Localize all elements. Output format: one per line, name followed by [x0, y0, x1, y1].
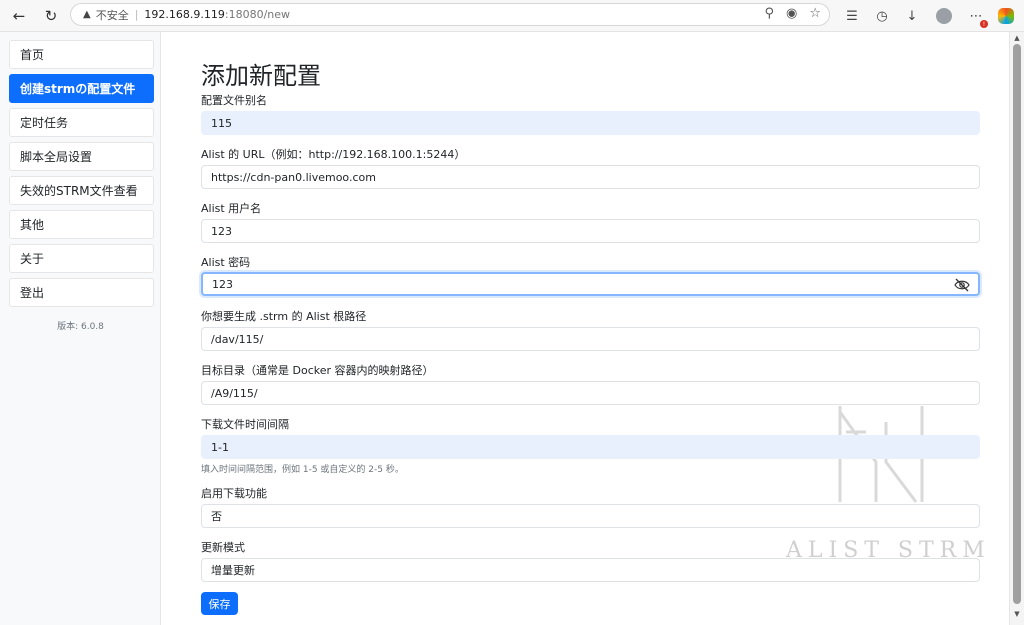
- page-title: 添加新配置: [201, 62, 321, 90]
- alist-username-label: Alist 用户名: [201, 202, 262, 215]
- alist-url-label: Alist 的 URL（例如：http://192.168.100.1:5244…: [201, 148, 466, 161]
- browser-toolbar: ← ↻ ▲ 不安全 | 192.168.9.119:18080/new ⚲ ◉ …: [0, 0, 1024, 32]
- alist-url-input[interactable]: https://cdn-pan0.livemoo.com: [201, 165, 980, 189]
- root-path-label: 你想要生成 .strm 的 Alist 根路径: [201, 310, 367, 323]
- sidebar-item-create-strm-config[interactable]: 创建strmの配置文件: [9, 74, 154, 103]
- target-directory-label: 目标目录（通常是 Docker 容器内的映射路径）: [201, 364, 434, 377]
- reload-icon[interactable]: ↻: [40, 5, 62, 27]
- sidebar-item-logout[interactable]: 登出: [9, 278, 154, 307]
- address-separator: |: [134, 8, 139, 21]
- alist-password-value: 123: [212, 277, 233, 291]
- version-label: 版本: 6.0.8: [57, 322, 104, 332]
- download-interval-help: 填入时间间隔范围，例如 1-5 或自定义的 2-5 秒。: [201, 465, 404, 475]
- update-mode-select[interactable]: 增量更新: [201, 558, 980, 582]
- address-bar[interactable]: ▲ 不安全 | 192.168.9.119:18080/new ⚲ ◉ ☆: [70, 3, 830, 26]
- sidebar-item-about[interactable]: 关于: [9, 244, 154, 273]
- notification-badge-icon: !: [980, 20, 988, 28]
- favorite-star-icon[interactable]: ☆: [809, 6, 821, 21]
- scroll-down-icon[interactable]: ▼: [1013, 610, 1021, 618]
- download-interval-label: 下载文件时间间隔: [201, 418, 289, 431]
- sidebar-item-global-settings[interactable]: 脚本全局设置: [9, 142, 154, 171]
- download-interval-input[interactable]: 1-1: [201, 435, 980, 459]
- copilot-icon[interactable]: [996, 6, 1016, 26]
- alist-username-input[interactable]: 123: [201, 219, 980, 243]
- enable-download-select[interactable]: 否: [201, 504, 980, 528]
- url-path: :18080/new: [224, 8, 291, 21]
- more-options-icon[interactable]: ⋯!: [966, 6, 988, 28]
- alias-input[interactable]: 115: [201, 111, 980, 135]
- back-arrow-icon[interactable]: ←: [8, 5, 30, 27]
- target-directory-input[interactable]: /A9/115/: [201, 381, 980, 405]
- security-label: 不安全: [95, 8, 129, 22]
- url-host: 192.168.9.119: [144, 8, 225, 21]
- history-icon[interactable]: ◷: [872, 6, 892, 26]
- profile-avatar[interactable]: [934, 6, 954, 26]
- page-scrollbar[interactable]: ▲ ▼: [1009, 32, 1024, 625]
- toggle-password-visibility-icon[interactable]: [954, 277, 970, 293]
- update-mode-label: 更新模式: [201, 541, 245, 554]
- sidebar-item-other[interactable]: 其他: [9, 210, 154, 239]
- sidebar-item-home[interactable]: 首页: [9, 40, 154, 69]
- reading-mode-icon[interactable]: ◉: [786, 6, 797, 21]
- favorites-icon[interactable]: ☰: [842, 6, 862, 26]
- alist-password-input[interactable]: 123: [201, 272, 980, 296]
- alist-password-label: Alist 密码: [201, 256, 251, 269]
- warning-icon: ▲: [83, 9, 91, 20]
- save-button[interactable]: 保存: [201, 592, 238, 615]
- alias-label: 配置文件别名: [201, 94, 267, 107]
- download-icon[interactable]: ↓: [902, 6, 922, 26]
- sidebar: 首页 创建strmの配置文件 定时任务 脚本全局设置 失效的STRM文件查看 其…: [0, 32, 161, 625]
- root-path-input[interactable]: /dav/115/: [201, 327, 980, 351]
- sidebar-item-invalid-strm-files[interactable]: 失效的STRM文件查看: [9, 176, 154, 205]
- scroll-up-icon[interactable]: ▲: [1013, 34, 1021, 42]
- zoom-icon[interactable]: ⚲: [764, 6, 774, 21]
- scrollbar-thumb[interactable]: [1013, 44, 1021, 604]
- sidebar-item-scheduled-tasks[interactable]: 定时任务: [9, 108, 154, 137]
- enable-download-label: 启用下载功能: [201, 487, 267, 500]
